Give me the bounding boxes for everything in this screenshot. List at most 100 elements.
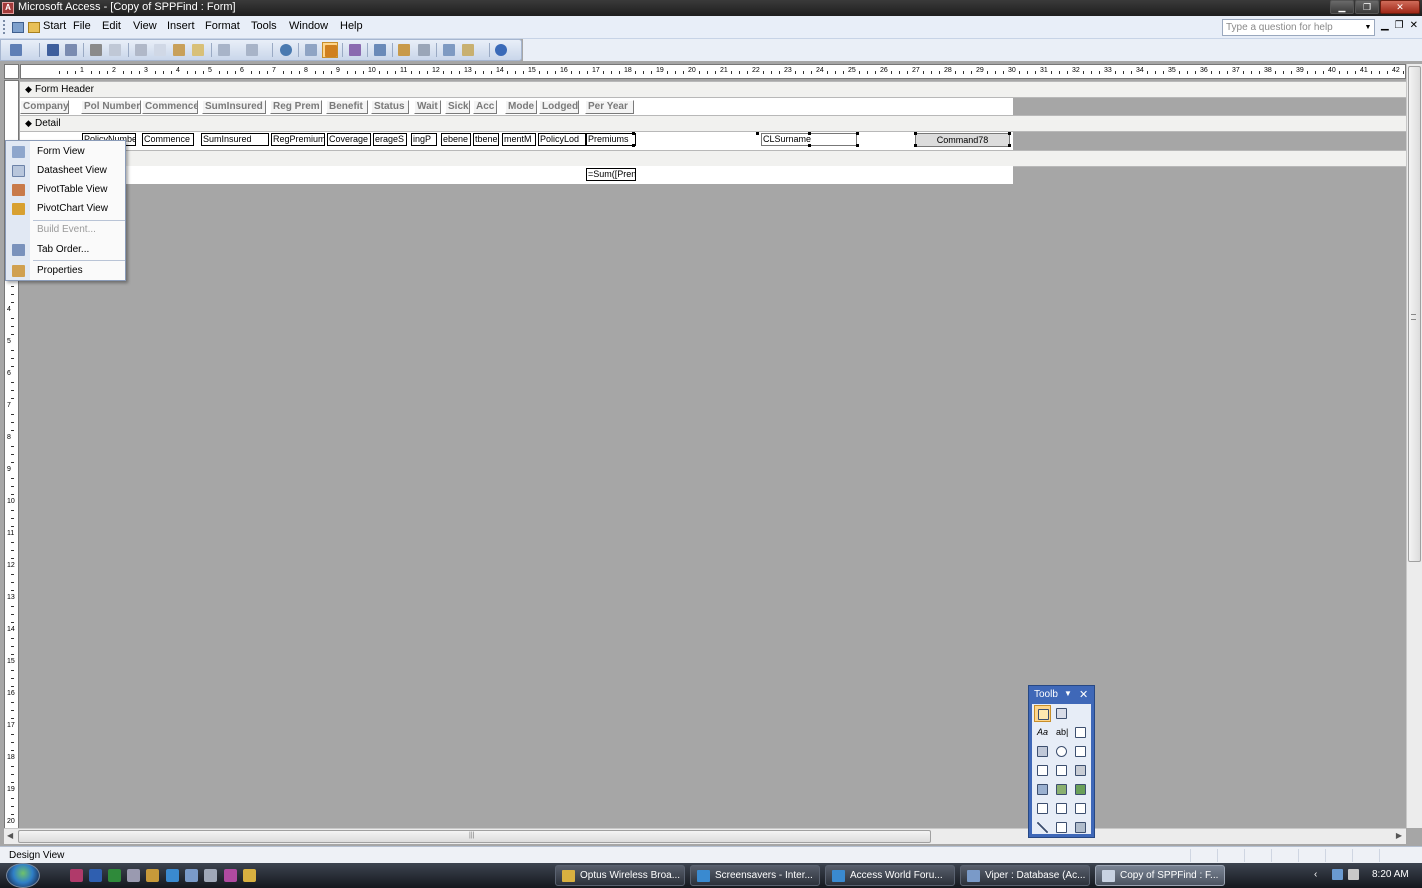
tab-control-tool[interactable] (1053, 800, 1070, 817)
unbound-object-tool[interactable] (1053, 781, 1070, 798)
header-label-status[interactable]: Status (371, 100, 409, 114)
header-label-suminsured[interactable]: SumInsured (202, 100, 266, 114)
format-painter-icon[interactable] (190, 42, 206, 58)
task-optus[interactable]: Optus Wireless Broa... (555, 865, 685, 886)
show-desktop-icon[interactable] (185, 869, 198, 882)
code-icon[interactable] (372, 42, 388, 58)
field-sickbenefit[interactable]: ebene (441, 133, 471, 146)
page-break-tool[interactable] (1034, 800, 1051, 817)
excel-icon[interactable] (108, 869, 121, 882)
more-controls-tool[interactable] (1072, 819, 1089, 836)
field-sum-premiums[interactable]: =Sum([Pren (586, 168, 636, 181)
toolbox-palette[interactable]: Toolb ▼ ✕ Aa ab| (1028, 685, 1095, 838)
combo-box-tool[interactable] (1034, 762, 1051, 779)
copy-icon[interactable] (152, 42, 168, 58)
command78-button[interactable]: Command78 (915, 133, 1010, 147)
help-search-input[interactable]: Type a question for help ▼ (1222, 19, 1375, 36)
print-icon[interactable] (88, 42, 104, 58)
menu-format[interactable]: Format (205, 20, 240, 32)
task-copy-of-sppfind[interactable]: Copy of SPPFind : F... (1095, 865, 1225, 886)
menu-item-pivotchart-view[interactable]: PivotChart View (7, 200, 125, 218)
textbox-tool[interactable]: ab| (1053, 724, 1070, 741)
autoformat-icon[interactable] (347, 42, 363, 58)
label-tool[interactable]: Aa (1034, 724, 1051, 741)
scroll-right-icon[interactable]: ▶ (1396, 831, 1402, 840)
form-design-canvas[interactable]: 1 2 3 4 5 6 7 8 9 10 11 12 13 14 15 16 17 18 19 20 21 22 23 24 2… (0, 62, 1422, 846)
field-commence[interactable]: Commence (142, 133, 194, 146)
detail-bar[interactable]: ◆ Detail (20, 115, 1406, 132)
menu-item-tab-order[interactable]: Tab Order... (7, 241, 125, 259)
subform-tool[interactable] (1072, 800, 1089, 817)
properties-icon[interactable] (396, 42, 412, 58)
field-coverages[interactable]: erageS (373, 133, 407, 146)
list-box-tool[interactable] (1053, 762, 1070, 779)
header-label-pol-number[interactable]: Pol Number (81, 100, 141, 114)
header-label-mode[interactable]: Mode (505, 100, 537, 114)
header-label-lodged[interactable]: Lodged (539, 100, 579, 114)
undo-icon[interactable] (216, 42, 232, 58)
network-icon[interactable] (1332, 869, 1343, 880)
field-coverage[interactable]: Coverage (327, 133, 371, 146)
command-button-tool[interactable] (1072, 762, 1089, 779)
form-footer-section[interactable]: =Sum([Pren (20, 166, 1013, 184)
task-screensavers[interactable]: Screensavers - Inter... (690, 865, 820, 886)
menu-view[interactable]: View (133, 20, 157, 32)
menu-item-datasheet-view[interactable]: Datasheet View (7, 162, 125, 180)
menu-file[interactable]: File (73, 20, 91, 32)
header-label-wait[interactable]: Wait (414, 100, 441, 114)
menu-item-properties[interactable]: Properties (7, 262, 125, 280)
hyperlink-icon[interactable] (278, 42, 294, 58)
line-tool[interactable] (1034, 819, 1051, 836)
menu-edit[interactable]: Edit (102, 20, 121, 32)
view-button[interactable] (8, 42, 24, 58)
redo-icon[interactable] (244, 42, 260, 58)
access-icon[interactable] (70, 869, 83, 882)
file-search-icon[interactable] (63, 42, 79, 58)
chevron-left-icon[interactable]: ‹ (1314, 869, 1317, 880)
menu-tools[interactable]: Tools (251, 20, 277, 32)
restore-button[interactable]: ❐ (1355, 0, 1379, 14)
doc-minimize-button[interactable]: ▁ (1381, 20, 1389, 31)
cut-icon[interactable] (133, 42, 149, 58)
toggle-button-tool[interactable] (1034, 743, 1051, 760)
field-premiums[interactable]: Premiums (586, 133, 636, 146)
word-icon[interactable] (89, 869, 102, 882)
header-label-acc[interactable]: Acc (473, 100, 497, 114)
save-icon[interactable] (45, 42, 61, 58)
field-policylodged[interactable]: PolicyLod (538, 133, 586, 146)
network-icon[interactable] (146, 869, 159, 882)
access-app-icon[interactable]: A (2, 2, 14, 14)
doc-restore-button[interactable]: ❐ (1395, 20, 1404, 31)
menu-start[interactable]: Start (43, 20, 66, 32)
field-regpremium[interactable]: RegPremium (271, 133, 325, 146)
form-selector[interactable] (4, 64, 19, 79)
header-label-commence[interactable]: Commence (142, 100, 198, 114)
horizontal-scrollbar[interactable]: ◀ ||| ▶ (4, 828, 1406, 844)
horizontal-scroll-thumb[interactable] (18, 830, 931, 843)
control-wizards-tool[interactable] (1053, 705, 1070, 722)
option-group-tool[interactable] (1072, 724, 1089, 741)
menu-item-form-view[interactable]: Form View (7, 143, 125, 161)
image-tool[interactable] (1034, 781, 1051, 798)
menu-insert[interactable]: Insert (167, 20, 195, 32)
checkbox-tool[interactable] (1072, 743, 1089, 760)
field-suminsured[interactable]: SumInsured (201, 133, 269, 146)
vertical-scrollbar[interactable] (1406, 64, 1422, 828)
folder-icon[interactable] (243, 869, 256, 882)
menu-window[interactable]: Window (289, 20, 328, 32)
start-button[interactable] (6, 863, 40, 888)
task-access-world[interactable]: Access World Foru... (825, 865, 955, 886)
detail-section[interactable]: PolicyNumbe Commence SumInsured RegPremi… (20, 132, 1013, 150)
clock[interactable]: 8:20 AM (1372, 869, 1409, 880)
minimize-button[interactable]: ▁ (1330, 0, 1354, 14)
header-label-reg-prem[interactable]: Reg Prem (270, 100, 322, 114)
scroll-left-icon[interactable]: ◀ (7, 831, 13, 840)
print-preview-icon[interactable] (107, 42, 123, 58)
paste-icon[interactable] (171, 42, 187, 58)
close-icon[interactable]: ✕ (1079, 688, 1088, 701)
menu-help[interactable]: Help (340, 20, 363, 32)
chevron-down-icon[interactable]: ▼ (1363, 21, 1373, 34)
chevron-down-icon[interactable]: ▼ (1064, 689, 1072, 698)
form-header-section[interactable]: Company Pol Number Commence SumInsured R… (20, 98, 1013, 116)
volume-icon[interactable] (1348, 869, 1359, 880)
